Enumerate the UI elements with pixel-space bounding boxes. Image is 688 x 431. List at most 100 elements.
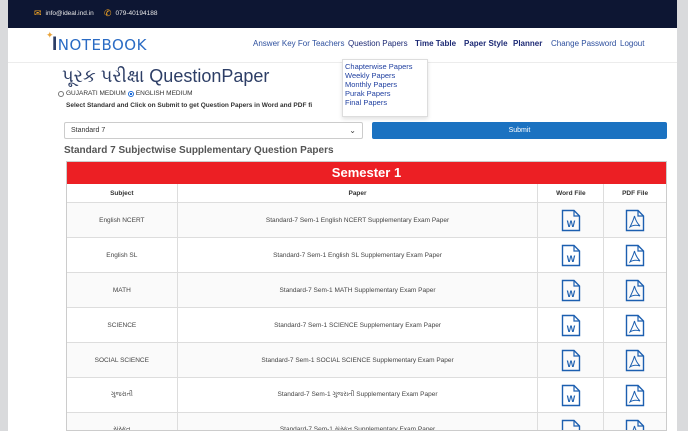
question-papers-table: Semester 1 Subject Paper Word File PDF F… [66, 161, 667, 431]
email-text: info@ideal.ind.in [45, 10, 94, 17]
header-word-file: Word File [538, 184, 605, 202]
pdf-file-icon[interactable] [625, 349, 645, 372]
word-file-icon[interactable]: W [561, 419, 581, 431]
pdf-file-link[interactable] [604, 308, 666, 342]
medium-radio-group: GUJARATI MEDIUM ENGLISH MEDIUM [58, 90, 193, 97]
nav-planner[interactable]: Planner [513, 39, 542, 48]
phone-text: 079-40194188 [115, 10, 158, 17]
semester-header: Semester 1 [67, 162, 666, 184]
phone-icon: ✆ [104, 8, 112, 18]
dropdown-item[interactable]: Monthly Papers [345, 80, 427, 89]
svg-text:W: W [567, 324, 576, 334]
subject-cell: ગુજરાતી [67, 378, 178, 412]
word-file-link[interactable]: W [538, 378, 605, 412]
gujarati-medium-radio[interactable] [58, 90, 64, 97]
subject-cell: SCIENCE [67, 308, 178, 342]
word-file-link[interactable]: W [538, 273, 605, 307]
pdf-file-link[interactable] [604, 203, 666, 237]
word-file-icon[interactable]: W [561, 384, 581, 407]
word-file-icon[interactable]: W [561, 244, 581, 267]
paper-cell: Standard-7 Sem-1 MATH Supplementary Exam… [178, 273, 539, 307]
main-navbar: ✦ INOTEBOOK Answer Key For Teachers Quest… [8, 28, 677, 63]
pdf-file-icon[interactable] [625, 419, 645, 431]
table-row: ગુજરાતી Standard-7 Sem-1 ગુજરાતી Suppleme… [67, 378, 666, 413]
pdf-file-link[interactable] [604, 238, 666, 272]
header-subject: Subject [67, 184, 178, 202]
paper-cell: Standard-7 Sem-1 ગુજરાતી Supplementary E… [178, 378, 539, 412]
right-frame [677, 0, 688, 431]
table-row: સંસ્કૃત Standard-7 Sem-1 સંસ્કૃત Suppleme… [67, 413, 666, 431]
logo-text: NOTEBOOK [57, 36, 147, 54]
subject-cell: SOCIAL SCIENCE [67, 343, 178, 377]
standard-select-value: Standard 7 [71, 127, 106, 134]
word-file-icon[interactable]: W [561, 349, 581, 372]
word-file-link[interactable]: W [538, 308, 605, 342]
subject-cell: સંસ્કૃત [67, 413, 178, 430]
pdf-file-link[interactable] [604, 378, 666, 412]
pdf-file-link[interactable] [604, 413, 666, 431]
dropdown-item[interactable]: Purak Papers [345, 89, 427, 98]
subject-cell: English SL [67, 238, 178, 272]
paper-cell: Standard-7 Sem-1 સંસ્કૃત Supplementary E… [178, 413, 539, 430]
svg-text:W: W [567, 359, 576, 369]
word-file-link[interactable]: W [538, 343, 605, 377]
pdf-file-icon[interactable] [625, 244, 645, 267]
table-body: English NCERT Standard-7 Sem-1 English NC… [67, 203, 666, 431]
table-row: English SL Standard-7 Sem-1 English SL Su… [67, 238, 666, 273]
left-frame [0, 0, 8, 431]
header-pdf-file: PDF File [622, 190, 649, 197]
dropdown-item[interactable]: Chapterwise Papers [345, 62, 427, 71]
nav-paper-style[interactable]: Paper Style [464, 39, 508, 48]
pdf-file-link[interactable] [604, 343, 666, 377]
subject-cell: MATH [67, 273, 178, 307]
svg-text:W: W [567, 394, 576, 404]
instruction-text: Select Standard and Click on Submit to g… [66, 102, 313, 109]
standard-select[interactable]: Standard 7 ⌄ [64, 122, 363, 139]
envelope-icon: ✉ [34, 8, 42, 18]
pdf-file-icon[interactable] [625, 279, 645, 302]
word-file-link[interactable]: W [538, 413, 605, 431]
section-heading: Standard 7 Subjectwise Supplementary Que… [64, 145, 334, 156]
svg-text:W: W [567, 289, 576, 299]
english-medium-radio[interactable] [127, 90, 134, 97]
paper-cell: Standard-7 Sem-1 SCIENCE Supplementary E… [178, 308, 539, 342]
sparkle-icon: ✦ [46, 30, 55, 40]
question-papers-dropdown: Chapterwise Papers Weekly Papers Monthly P… [342, 59, 428, 117]
chevron-down-icon: ⌄ [349, 126, 356, 135]
table-row: MATH Standard-7 Sem-1 MATH Supplementary … [67, 273, 666, 308]
table-row: SCIENCE Standard-7 Sem-1 SCIENCE Suppleme… [67, 308, 666, 343]
paper-cell: Standard-7 Sem-1 SOCIAL SCIENCE Suppleme… [178, 343, 539, 377]
phone-contact[interactable]: ✆ 079-40194188 [104, 9, 157, 18]
table-row: SOCIAL SCIENCE Standard-7 Sem-1 SOCIAL SC… [67, 343, 666, 378]
table-row: English NCERT Standard-7 Sem-1 English NC… [67, 203, 666, 238]
top-contact-bar: ✉ info@ideal.ind.in ✆ 079-40194188 [8, 0, 677, 28]
gujarati-medium-label[interactable]: GUJARATI MEDIUM [66, 90, 126, 97]
email-contact[interactable]: ✉ info@ideal.ind.in [34, 9, 94, 18]
nav-time-table[interactable]: Time Table [415, 39, 456, 48]
table-header-row: Subject Paper Word File PDF File [67, 184, 666, 203]
pdf-file-link[interactable] [604, 273, 666, 307]
pdf-file-icon[interactable] [625, 384, 645, 407]
inotebook-logo[interactable]: ✦ INOTEBOOK [46, 30, 147, 60]
paper-cell: Standard-7 Sem-1 English SL Supplementar… [178, 238, 539, 272]
word-file-icon[interactable]: W [561, 314, 581, 337]
page-title: પૂરક પરીક્ષા QuestionPaper [62, 66, 270, 86]
submit-button[interactable]: Submit [372, 122, 667, 139]
nav-logout[interactable]: Logout [620, 39, 644, 48]
dropdown-item[interactable]: Final Papers [345, 98, 427, 107]
dropdown-item[interactable]: Weekly Papers [345, 71, 427, 80]
nav-change-password[interactable]: Change Password [551, 39, 616, 48]
pdf-file-icon[interactable] [625, 209, 645, 232]
paper-cell: Standard-7 Sem-1 English NCERT Supplemen… [178, 203, 539, 237]
word-file-link[interactable]: W [538, 238, 605, 272]
pdf-file-icon[interactable] [625, 314, 645, 337]
word-file-link[interactable]: W [538, 203, 605, 237]
nav-answer-key[interactable]: Answer Key For Teachers [253, 39, 344, 48]
svg-text:W: W [567, 254, 576, 264]
word-file-icon[interactable]: W [561, 279, 581, 302]
english-medium-label[interactable]: ENGLISH MEDIUM [136, 90, 193, 97]
nav-question-papers[interactable]: Question Papers [348, 39, 408, 48]
svg-text:W: W [567, 219, 576, 229]
word-file-icon[interactable]: W [561, 209, 581, 232]
subject-cell: English NCERT [67, 203, 178, 237]
